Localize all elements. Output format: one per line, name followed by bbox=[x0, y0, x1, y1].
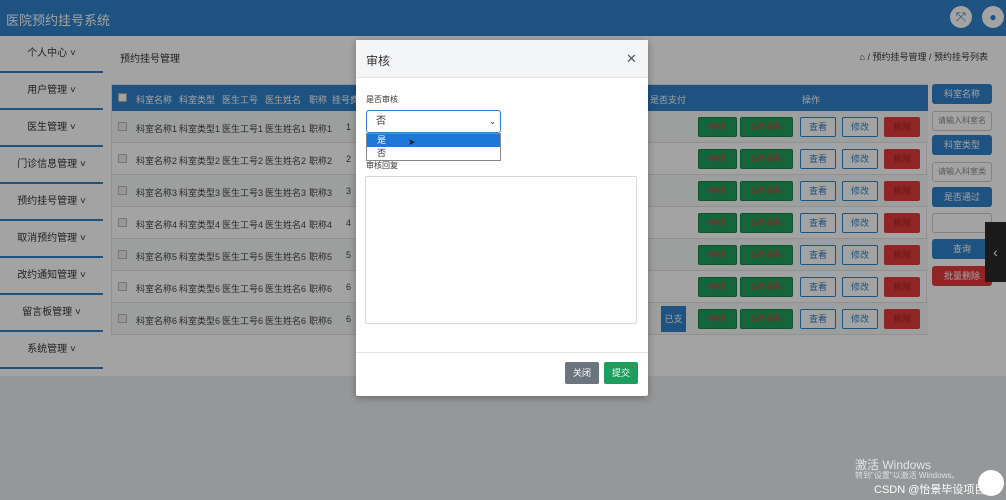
activation-watermark-hint: 转到"设置"以激活 Windows。 bbox=[855, 471, 960, 480]
chevron-down-icon: ⌄ bbox=[489, 117, 496, 126]
csdn-watermark: CSDN @怡景毕设项目 bbox=[874, 484, 986, 496]
review-label: 是否审核 bbox=[366, 95, 398, 104]
option-yes[interactable]: 是 bbox=[367, 134, 500, 147]
corner-button[interactable] bbox=[978, 470, 1004, 496]
review-select-value: 否 bbox=[376, 116, 386, 127]
review-select[interactable]: 否 ⌄ bbox=[366, 110, 501, 133]
submit-button[interactable]: 提交 bbox=[604, 362, 638, 384]
dialog-title: 审核 bbox=[366, 54, 391, 68]
reply-label: 审核回复 bbox=[366, 161, 398, 170]
close-button[interactable]: 关闭 bbox=[565, 362, 599, 384]
dialog-header: 审核 ✕ bbox=[356, 40, 648, 78]
dialog-footer-divider bbox=[356, 352, 648, 353]
mouse-cursor-icon: ➤ bbox=[408, 137, 416, 147]
review-dropdown: 是 否 bbox=[366, 133, 501, 161]
close-icon[interactable]: ✕ bbox=[626, 51, 637, 67]
reply-textarea[interactable] bbox=[365, 176, 637, 324]
option-no[interactable]: 否 bbox=[367, 147, 500, 160]
review-dialog: 审核 ✕ 是否审核 否 ⌄ 是 否 ➤ 审核回复 关闭 提交 bbox=[356, 40, 648, 396]
